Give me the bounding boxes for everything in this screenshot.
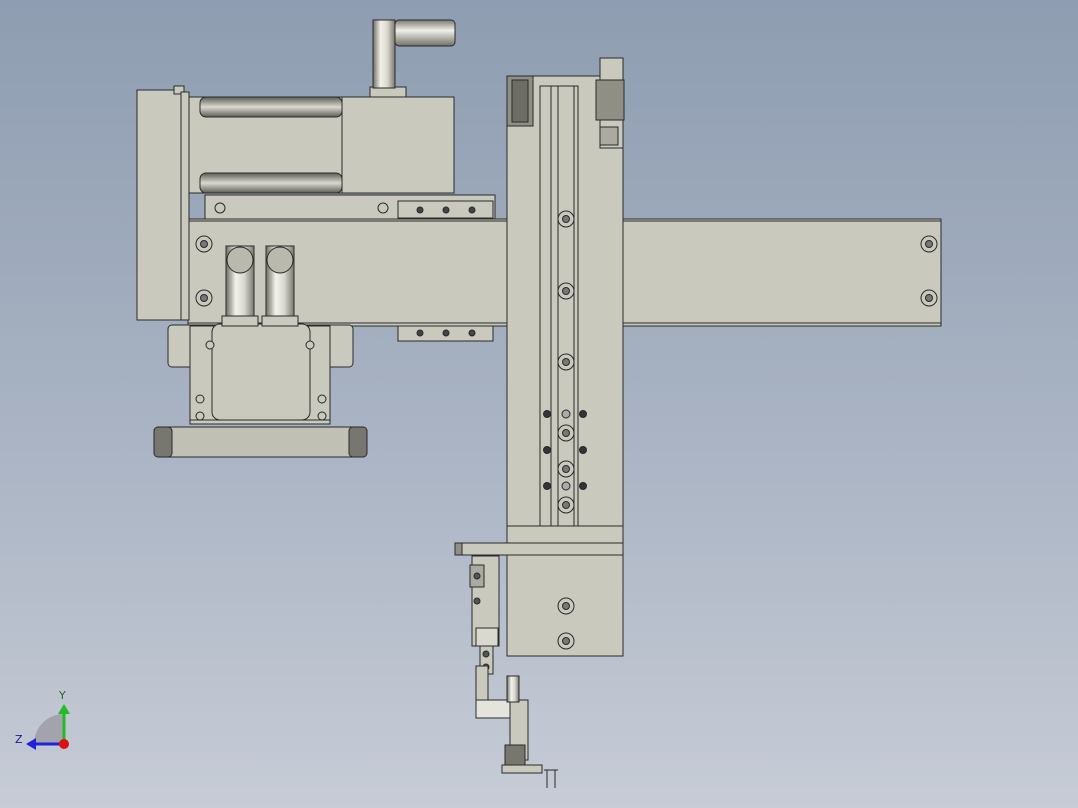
vertical-column xyxy=(506,57,625,527)
cad-drawing[interactable]: Y Z xyxy=(0,0,1078,808)
bumper-bar xyxy=(153,426,368,458)
servo-motor xyxy=(188,86,455,194)
view-triad-icon: Y Z xyxy=(15,689,70,750)
gearbox xyxy=(167,323,354,425)
upper-rail xyxy=(204,194,496,220)
lower-rail xyxy=(397,325,494,342)
cad-viewport[interactable]: Y Z xyxy=(0,0,1078,808)
triad-y-label: Y xyxy=(58,689,66,702)
motor-end-plate xyxy=(136,85,190,321)
motor-cable-connector xyxy=(372,19,456,89)
triad-z-label: Z xyxy=(15,733,23,746)
